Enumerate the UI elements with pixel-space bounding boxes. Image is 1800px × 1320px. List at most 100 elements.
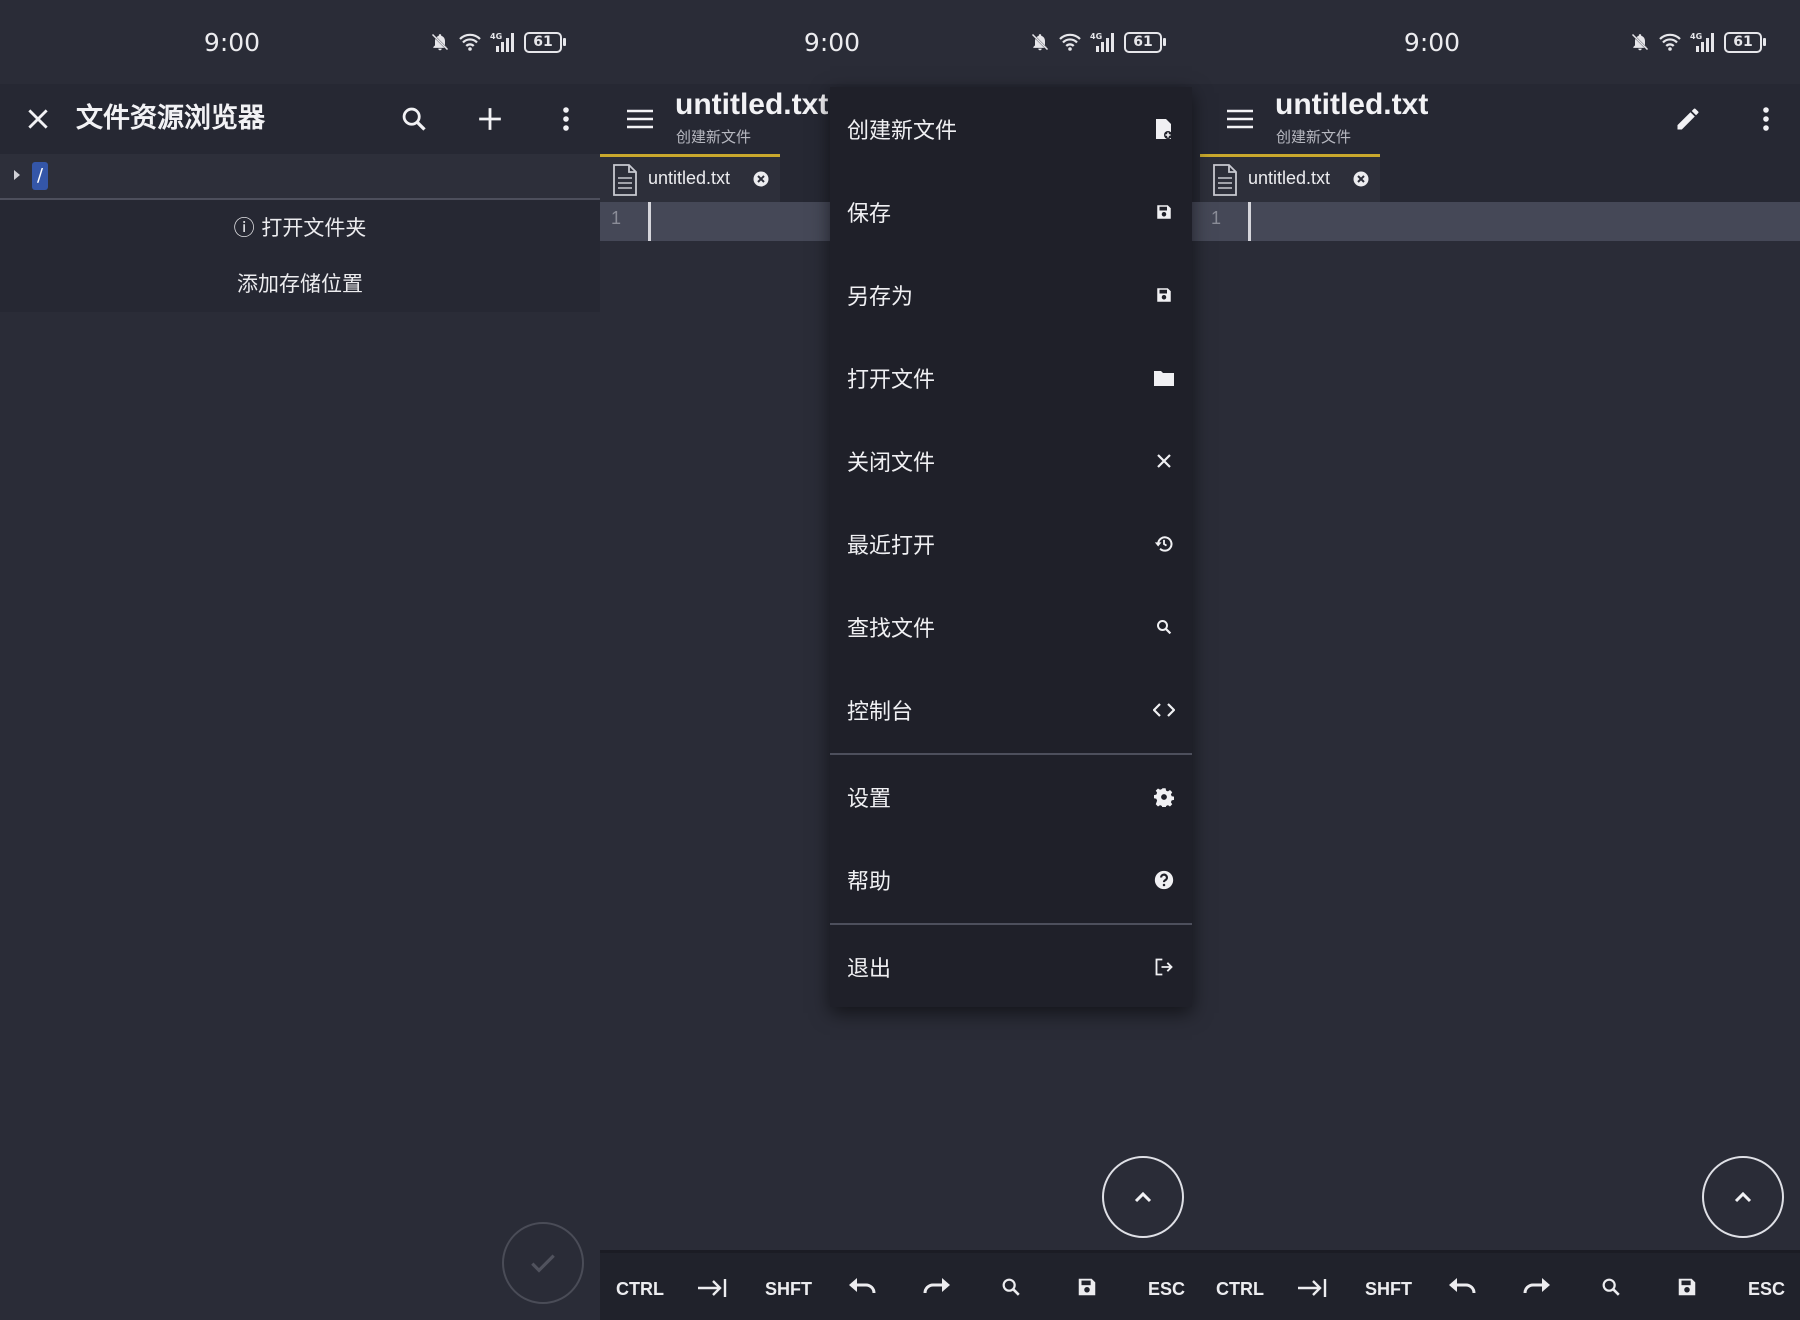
shift-key[interactable]: SHFT: [1365, 1279, 1412, 1300]
overflow-menu: 创建新文件 保存 另存为 打开文件 关闭文件 最近打开 查找文件 控制台 设置 …: [830, 87, 1192, 1007]
menu-item-help[interactable]: 帮助: [830, 838, 1192, 921]
ctrl-key[interactable]: CTRL: [616, 1279, 664, 1300]
wifi-icon: [1659, 33, 1681, 51]
search-icon: [1153, 616, 1175, 638]
svg-text:4G: 4G: [490, 32, 502, 41]
tab-untitled[interactable]: untitled.txt: [600, 154, 780, 202]
scroll-up-fab[interactable]: [1702, 1156, 1784, 1238]
signal-4g-icon: 4G: [1690, 32, 1714, 52]
file-title: untitled.txt: [675, 88, 829, 121]
mute-bell-icon: [1031, 33, 1049, 51]
root-path-label: /: [32, 162, 48, 190]
search-icon[interactable]: [1000, 1275, 1022, 1299]
line-number: 1: [1211, 208, 1222, 228]
search-icon[interactable]: [1600, 1275, 1622, 1299]
status-time: 9:00: [203, 28, 261, 57]
menu-item-find-file[interactable]: 查找文件: [830, 585, 1192, 668]
undo-icon[interactable]: [1447, 1275, 1477, 1301]
esc-key[interactable]: ESC: [1148, 1279, 1185, 1300]
file-explorer-screen: 9:00 4G 61 文件资源浏览器 / ⓘ 打开文件夹 添加存储位置: [0, 0, 600, 1320]
editor-app-bar: untitled.txt 创建新文件: [1200, 84, 1800, 154]
scroll-up-fab[interactable]: [1102, 1156, 1184, 1238]
confirm-fab[interactable]: [502, 1222, 584, 1304]
wifi-icon: [459, 33, 481, 51]
ctrl-key[interactable]: CTRL: [1216, 1279, 1264, 1300]
menu-item-exit[interactable]: 退出: [830, 925, 1192, 1008]
add-storage-button[interactable]: 添加存储位置: [0, 256, 600, 312]
menu-item-recent[interactable]: 最近打开: [830, 502, 1192, 585]
editor-current-line[interactable]: 1: [1200, 202, 1800, 241]
esc-key[interactable]: ESC: [1748, 1279, 1785, 1300]
close-tab-icon[interactable]: [1353, 171, 1369, 187]
shift-key[interactable]: SHFT: [765, 1279, 812, 1300]
text-caret: [648, 202, 651, 241]
add-icon[interactable]: [472, 101, 508, 137]
redo-icon[interactable]: [1522, 1275, 1552, 1301]
status-bar: 9:00 4G 61: [0, 0, 600, 90]
document-icon: [613, 164, 637, 196]
svg-text:4G: 4G: [1090, 32, 1102, 41]
save-icon[interactable]: [1076, 1275, 1098, 1299]
save-icon[interactable]: [1676, 1275, 1698, 1299]
redo-icon[interactable]: [922, 1275, 952, 1301]
menu-item-close-file[interactable]: 关闭文件: [830, 419, 1192, 502]
hamburger-menu-icon[interactable]: [622, 101, 658, 137]
more-vert-icon[interactable]: [548, 101, 584, 137]
file-subtitle: 创建新文件: [676, 128, 752, 146]
open-folder-button[interactable]: ⓘ 打开文件夹: [0, 200, 600, 256]
edit-pencil-icon[interactable]: [1670, 101, 1706, 137]
root-tree-item[interactable]: /: [0, 154, 600, 200]
editor-screen: 9:00 4G 61 untitled.txt 创建新文件 untitled.t…: [1200, 0, 1800, 1320]
more-vert-icon[interactable]: [1748, 101, 1784, 137]
line-gutter: 1: [600, 202, 650, 241]
status-bar: 9:00 4G 61: [600, 0, 1200, 90]
hamburger-menu-icon[interactable]: [1222, 101, 1258, 137]
tab-key-icon[interactable]: [696, 1275, 728, 1301]
tab-untitled[interactable]: untitled.txt: [1200, 154, 1380, 202]
wifi-icon: [1059, 33, 1081, 51]
folder-icon: [1153, 367, 1175, 389]
close-icon[interactable]: [20, 101, 56, 137]
status-icons: 4G 61: [430, 31, 566, 53]
menu-item-save-as[interactable]: 另存为: [830, 253, 1192, 336]
line-gutter: 1: [1200, 202, 1250, 241]
expand-arrow-icon[interactable]: [14, 170, 20, 180]
battery-icon: 61: [1724, 31, 1766, 53]
key-toolbar: CTRL SHFT ESC: [600, 1250, 1200, 1320]
tab-key-icon[interactable]: [1296, 1275, 1328, 1301]
text-caret: [1248, 202, 1251, 241]
code-icon: [1153, 699, 1175, 721]
close-icon: [1153, 450, 1175, 472]
undo-icon[interactable]: [847, 1275, 877, 1301]
battery-icon: 61: [1124, 31, 1166, 53]
signal-4g-icon: 4G: [1090, 32, 1114, 52]
save-icon: [1153, 201, 1175, 223]
check-icon: [531, 1254, 555, 1273]
search-icon[interactable]: [396, 101, 432, 137]
menu-item-new-file[interactable]: 创建新文件: [830, 87, 1192, 170]
status-icons: 4G 61: [1630, 31, 1766, 53]
menu-item-open-file[interactable]: 打开文件: [830, 336, 1192, 419]
status-bar: 9:00 4G 61: [1200, 0, 1800, 90]
tab-label: untitled.txt: [1248, 168, 1331, 188]
help-icon: [1153, 869, 1175, 891]
battery-icon: 61: [524, 31, 566, 53]
exit-icon: [1153, 956, 1175, 978]
status-time: 9:00: [803, 28, 861, 57]
key-toolbar: CTRL SHFT ESC: [1200, 1250, 1800, 1320]
status-icons: 4G 61: [1030, 31, 1166, 53]
save-as-icon: [1153, 284, 1175, 306]
svg-text:4G: 4G: [1690, 32, 1702, 41]
tab-label: untitled.txt: [648, 168, 731, 188]
menu-item-settings[interactable]: 设置: [830, 755, 1192, 838]
line-number: 1: [611, 208, 622, 228]
chevron-up-icon: [1134, 1191, 1152, 1203]
tab-bar: untitled.txt: [1200, 154, 1800, 202]
history-icon: [1153, 533, 1175, 555]
mute-bell-icon: [1631, 33, 1649, 51]
menu-item-save[interactable]: 保存: [830, 170, 1192, 253]
menu-item-console[interactable]: 控制台: [830, 668, 1192, 751]
new-file-icon: [1153, 118, 1175, 140]
explorer-app-bar: 文件资源浏览器: [0, 84, 600, 154]
close-tab-icon[interactable]: [753, 171, 769, 187]
